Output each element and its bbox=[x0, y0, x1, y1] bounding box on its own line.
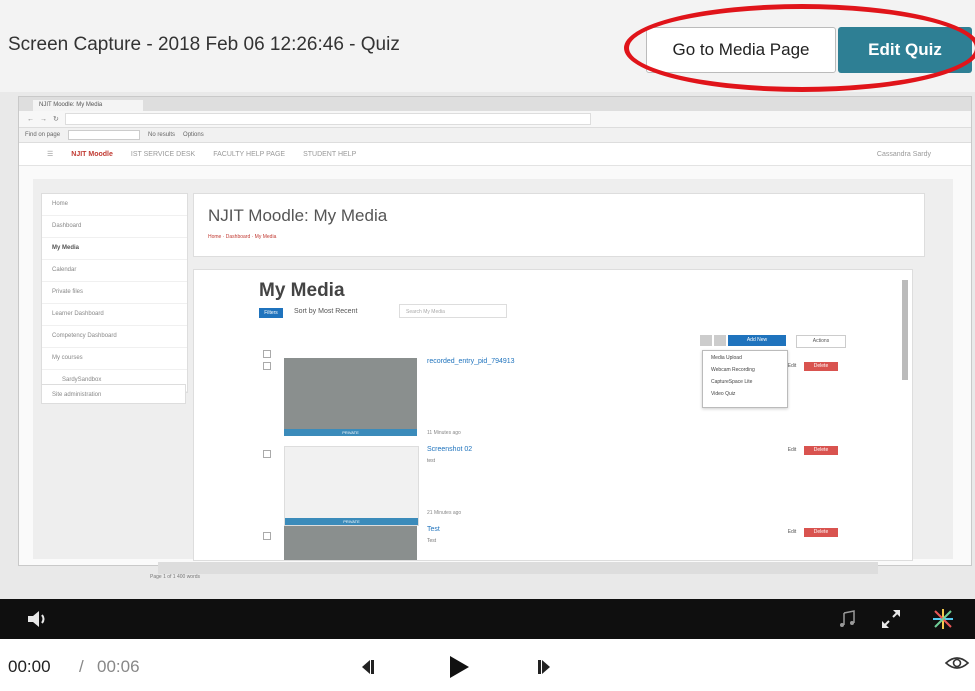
entry-thumbnail bbox=[284, 526, 417, 560]
dropdown-item: Video Quiz bbox=[711, 391, 736, 397]
moodle-page-title: NJIT Moodle: My Media bbox=[208, 206, 388, 225]
find-options: Options bbox=[183, 132, 204, 138]
sidebar-item: My courses bbox=[42, 348, 187, 370]
sidebar-admin: Site administration bbox=[41, 384, 186, 404]
pager-text: Page 1 of 1 400 words bbox=[150, 574, 201, 580]
current-time: 00:00 bbox=[8, 657, 51, 676]
moodle-sidebar: Home Dashboard My Media Calendar Private… bbox=[41, 193, 188, 393]
user-name: Cassandra Sardy bbox=[876, 150, 931, 158]
moodle-brand: NJIT Moodle bbox=[71, 150, 113, 158]
find-label: Find on page bbox=[25, 132, 61, 138]
entry-checkbox bbox=[263, 532, 271, 540]
page-header-box: NJIT Moodle: My Media Home · Dashboard ·… bbox=[193, 193, 925, 257]
back-icon: ← bbox=[27, 115, 34, 123]
header-bar: Screen Capture - 2018 Feb 06 12:26:46 - … bbox=[0, 0, 975, 92]
add-new-dropdown: Media Upload Webcam Recording CaptureSpa… bbox=[702, 350, 788, 408]
duration: 00:06 bbox=[97, 657, 140, 676]
sidebar-item: My Media bbox=[42, 238, 187, 260]
find-results: No results bbox=[148, 132, 176, 138]
dropdown-item: CaptureSpace Lite bbox=[711, 379, 753, 385]
music-note-icon[interactable] bbox=[838, 609, 858, 629]
entry-edit-button: Edit bbox=[787, 447, 797, 453]
select-all-checkbox bbox=[263, 350, 271, 358]
dropdown-item: Webcam Recording bbox=[711, 367, 755, 373]
entry-thumbnail: PRIVATE bbox=[284, 358, 417, 436]
go-to-media-page-button[interactable]: Go to Media Page bbox=[646, 27, 836, 73]
skip-forward-icon[interactable] bbox=[534, 658, 552, 676]
scrollbar bbox=[902, 280, 908, 380]
entry-checkbox bbox=[263, 450, 271, 458]
sidebar-item: Competency Dashboard bbox=[42, 326, 187, 348]
url-field bbox=[64, 113, 591, 125]
page-title: Screen Capture - 2018 Feb 06 12:26:46 - … bbox=[8, 34, 400, 55]
filters-button: Filters bbox=[259, 308, 283, 318]
actions-button: Actions bbox=[796, 335, 846, 348]
entry-delete-button: Delete bbox=[804, 362, 838, 371]
list-view-icon bbox=[700, 335, 712, 346]
moodle-navbar: ☰ NJIT Moodle IST SERVICE DESK FACULTY H… bbox=[19, 143, 971, 166]
nav-item: FACULTY HELP PAGE bbox=[213, 150, 286, 158]
time-separator: / bbox=[79, 657, 84, 676]
thumb-label: PRIVATE bbox=[284, 429, 417, 436]
sidebar-item: Private files bbox=[42, 282, 187, 304]
entry-edit-button: Edit bbox=[787, 529, 797, 535]
volume-icon[interactable] bbox=[26, 608, 50, 630]
menu-icon: ☰ bbox=[47, 151, 54, 158]
my-media-panel: My Media Filters Sort by Most Recent Sea… bbox=[193, 269, 913, 561]
kaltura-icon bbox=[933, 609, 953, 629]
fullscreen-icon[interactable] bbox=[880, 608, 902, 630]
skip-back-icon[interactable] bbox=[360, 658, 378, 676]
entry-title: Test bbox=[427, 526, 440, 533]
entry-delete-button: Delete bbox=[804, 446, 838, 455]
browser-tabstrip: NJIT Moodle: My Media bbox=[19, 97, 971, 111]
find-bar: Find on page No results Options bbox=[19, 128, 971, 143]
refresh-icon: ↻ bbox=[53, 116, 59, 123]
entry-checkbox bbox=[263, 362, 271, 370]
play-icon[interactable] bbox=[447, 654, 471, 680]
sidebar-item: Learner Dashboard bbox=[42, 304, 187, 326]
grid-view-icon bbox=[714, 335, 726, 346]
edit-quiz-button[interactable]: Edit Quiz bbox=[838, 27, 972, 73]
entry-description: test bbox=[427, 458, 436, 464]
entry-time: 11 Minutes ago bbox=[427, 430, 461, 436]
player-bottom-bar: 00:00 / 00:06 bbox=[0, 639, 975, 691]
entry-thumbnail: PRIVATE bbox=[284, 446, 419, 526]
entry-time: 21 Minutes ago bbox=[427, 510, 462, 516]
add-new-button: Add New bbox=[728, 335, 786, 346]
sidebar-item: Dashboard bbox=[42, 216, 187, 238]
entry-edit-button: Edit bbox=[787, 363, 797, 369]
my-media-title: My Media bbox=[259, 280, 345, 301]
browser-tab: NJIT Moodle: My Media bbox=[33, 100, 143, 111]
moodle-content: Home Dashboard My Media Calendar Private… bbox=[33, 179, 953, 561]
find-input bbox=[68, 130, 141, 140]
eye-icon[interactable] bbox=[944, 653, 970, 673]
address-bar: ← → ↻ bbox=[19, 111, 971, 128]
sort-dropdown: Sort by Most Recent bbox=[294, 308, 358, 315]
sidebar-item: Home bbox=[42, 194, 187, 216]
thumb-label: PRIVATE bbox=[285, 518, 418, 525]
entry-title: recorded_entry_pid_794913 bbox=[427, 358, 515, 365]
media-search: Search My Media bbox=[399, 304, 507, 318]
video-control-bar bbox=[0, 599, 975, 639]
horizontal-scrollbar bbox=[158, 562, 878, 574]
nav-item: IST SERVICE DESK bbox=[130, 150, 196, 158]
video-frame[interactable]: NJIT Moodle: My Media ← → ↻ Find on page… bbox=[0, 92, 975, 599]
entry-title: Screenshot 02 bbox=[427, 446, 473, 453]
entry-delete-button: Delete bbox=[804, 528, 838, 537]
dropdown-item: Media Upload bbox=[711, 355, 742, 361]
entry-description: Test bbox=[427, 538, 437, 544]
breadcrumb: Home · Dashboard · My Media bbox=[208, 234, 277, 240]
nav-item: STUDENT HELP bbox=[303, 150, 357, 158]
sidebar-item: Calendar bbox=[42, 260, 187, 282]
forward-icon: → bbox=[40, 115, 47, 123]
recorded-browser-window: NJIT Moodle: My Media ← → ↻ Find on page… bbox=[18, 96, 972, 566]
